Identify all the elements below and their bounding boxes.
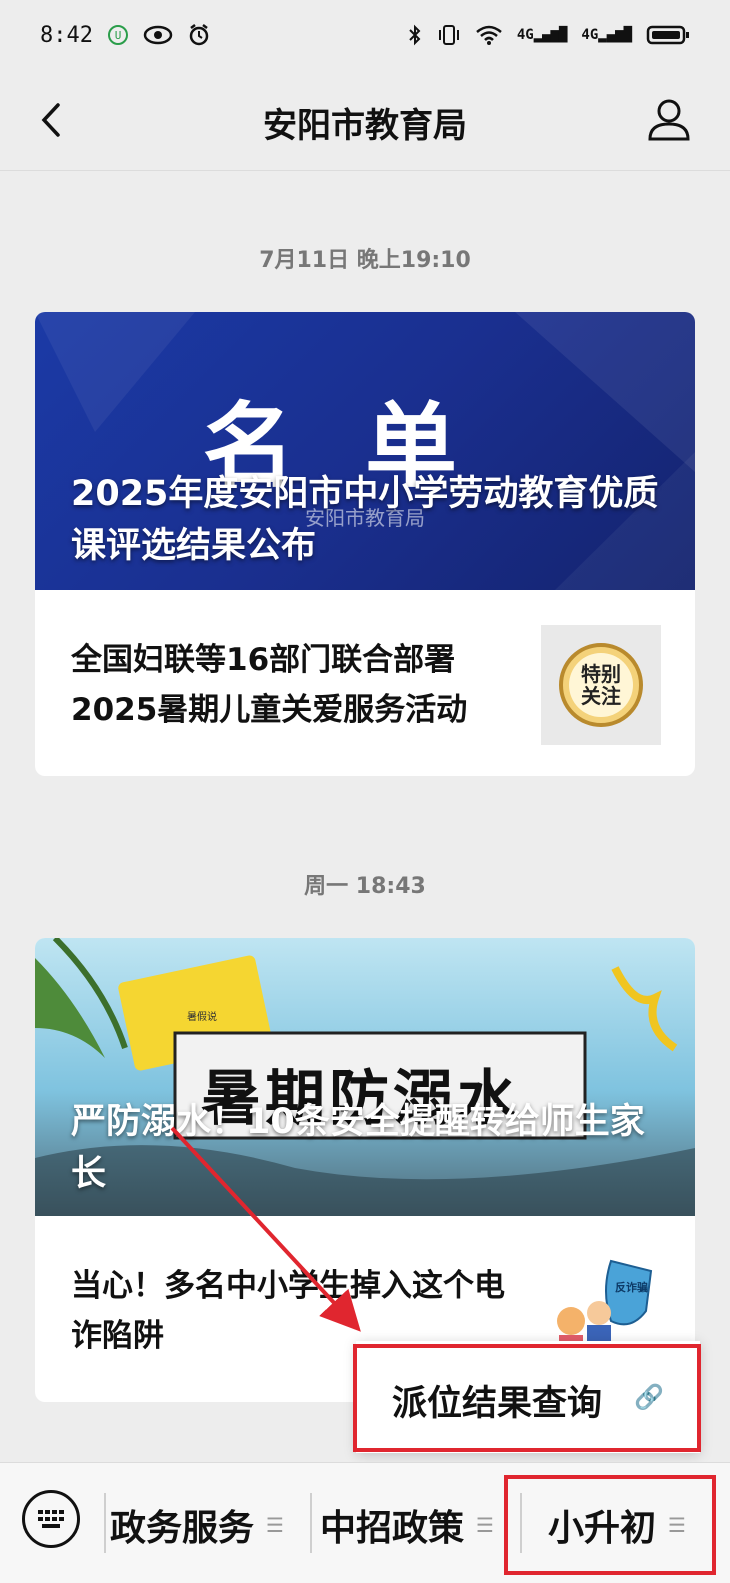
eye-icon xyxy=(143,25,173,45)
nav-divider xyxy=(0,170,730,171)
menu-item-label: 中招政策 xyxy=(320,1508,465,1549)
menu-separator xyxy=(104,1493,106,1553)
status-time: 8:42 xyxy=(40,22,93,48)
sub-article-thumbnail[interactable]: 特别关注 xyxy=(541,625,661,745)
status-bar: 8:42 U 4G▂▄▆█ 4G▂▄▆█ xyxy=(0,0,730,70)
sub-article[interactable]: 全国妇联等16部门联合部署2025暑期儿童关爱服务活动 特别关注 xyxy=(35,590,695,776)
cover-tag: 暑假说 xyxy=(187,1012,217,1023)
vibrate-icon xyxy=(438,25,459,45)
message-timestamp: 周一 18:43 xyxy=(304,874,426,899)
article-cover[interactable]: 名单 安阳市教育局 2025年度安阳市中小学劳动教育优质课评选结果公布 xyxy=(35,312,695,590)
menu-item-gov-services[interactable]: 政务服务 ☰ xyxy=(110,1485,284,1565)
article-card: 名单 安阳市教育局 2025年度安阳市中小学劳动教育优质课评选结果公布 全国妇联… xyxy=(35,312,695,776)
wifi-icon xyxy=(476,25,502,45)
app-notification-icon: U xyxy=(107,25,128,45)
alarm-icon xyxy=(189,24,209,46)
keyboard-icon[interactable] xyxy=(22,1490,80,1548)
menu-lines-icon: ☰ xyxy=(476,1513,494,1537)
menu-item-label: 政务服务 xyxy=(110,1508,255,1549)
article-card: 暑假说 暑期防溺水 严防溺水！10条安全提醒转给师生家长 当心！多名中小学生掉入… xyxy=(35,938,695,1402)
svg-text:U: U xyxy=(115,29,122,42)
menu-separator xyxy=(310,1493,312,1553)
article-cover[interactable]: 暑假说 暑期防溺水 严防溺水！10条安全提醒转给师生家长 xyxy=(35,938,695,1216)
menu-lines-icon: ☰ xyxy=(266,1513,284,1537)
battery-icon xyxy=(646,25,689,45)
highlight-box-popup xyxy=(353,1344,701,1452)
signal-icon: 4G▂▄▆█ xyxy=(516,27,568,43)
menu-item-enrollment-policy[interactable]: 中招政策 ☰ xyxy=(320,1485,494,1565)
thumbnail-text: 反诈骗 xyxy=(615,1281,648,1294)
profile-icon[interactable] xyxy=(644,94,694,144)
highlight-box-menu xyxy=(504,1475,716,1575)
cover-title[interactable]: 严防溺水！10条安全提醒转给师生家长 xyxy=(71,1096,665,1200)
bluetooth-icon xyxy=(409,24,421,46)
thumbnail-text: 特别关注 xyxy=(581,662,621,708)
signal-icon-2: 4G▂▄▆█ xyxy=(581,27,632,43)
sub-article-title[interactable]: 全国妇联等16部门联合部署2025暑期儿童关爱服务活动 xyxy=(71,635,521,735)
cover-title[interactable]: 2025年度安阳市中小学劳动教育优质课评选结果公布 xyxy=(71,468,665,572)
message-timestamp: 7月11日 晚上19:10 xyxy=(259,248,471,273)
nav-bar: 安阳市教育局 xyxy=(0,70,730,170)
page-title: 安阳市教育局 xyxy=(263,106,467,146)
